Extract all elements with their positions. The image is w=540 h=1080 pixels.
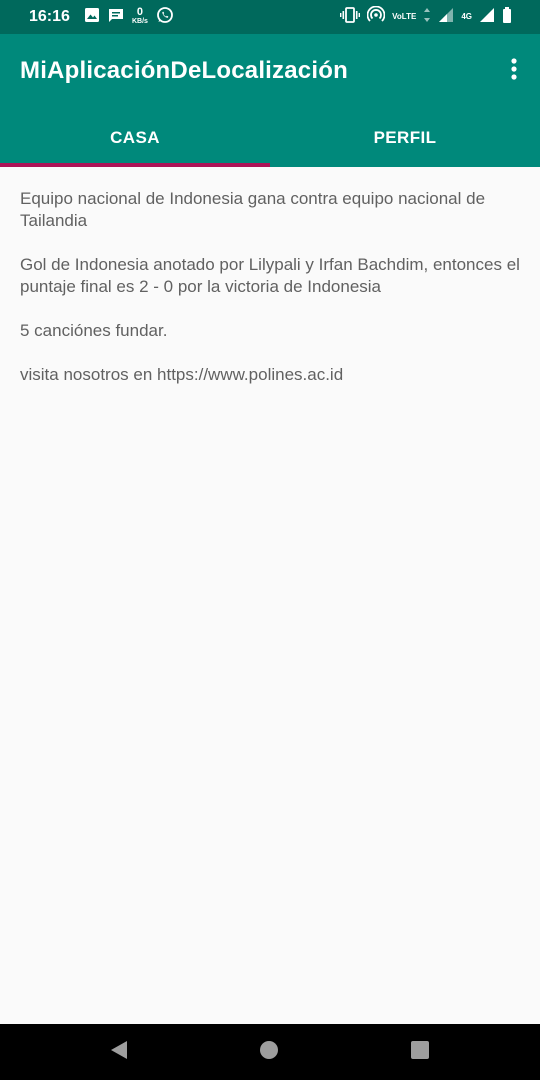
data-speed: 0 KB/s xyxy=(132,6,148,26)
app-title: MiAplicaciónDeLocalización xyxy=(20,57,348,84)
paragraph-match-result: Equipo nacional de Indonesia gana contra… xyxy=(20,189,486,230)
signal-icon-2 xyxy=(479,7,495,28)
signal-icon xyxy=(438,7,454,28)
hotspot-icon xyxy=(366,5,386,29)
data-speed-value: 0 xyxy=(136,6,144,18)
status-time: 16:16 xyxy=(29,8,70,25)
screen: 16:16 0 KB/s VoLTE 4G MiAplicaciónDeLoca… xyxy=(0,0,540,1080)
back-button[interactable] xyxy=(107,1040,131,1064)
paragraph-songs: 5 canciónes fundar. xyxy=(20,321,168,340)
tab-indicator xyxy=(0,163,270,167)
data-activity-icon xyxy=(423,7,431,28)
home-icon xyxy=(258,1039,280,1066)
overflow-menu-button[interactable] xyxy=(502,53,526,89)
vibrate-icon xyxy=(340,6,361,28)
back-icon xyxy=(109,1039,129,1066)
tab-perfil[interactable]: PERFIL xyxy=(270,108,540,167)
message-icon xyxy=(108,7,124,28)
home-button[interactable] xyxy=(257,1040,281,1064)
status-right-icons: VoLTE 4G xyxy=(340,5,512,29)
app-bar: MiAplicaciónDeLocalización xyxy=(0,34,540,108)
recents-icon xyxy=(410,1040,430,1065)
navigation-bar xyxy=(0,1024,540,1080)
status-bar: 16:16 0 KB/s VoLTE 4G xyxy=(0,0,540,34)
tab-perfil-label: PERFIL xyxy=(373,127,437,147)
tab-casa-label: CASA xyxy=(110,127,160,147)
paragraph-visit-link[interactable]: visita nosotros en https://www.polines.a… xyxy=(20,364,520,386)
tab-casa[interactable]: CASA xyxy=(0,108,270,167)
image-icon xyxy=(84,7,100,28)
paragraph-goal-scorers: Gol de Indonesia anotado por Lilypali y … xyxy=(20,255,520,296)
whatsapp-icon xyxy=(156,6,174,29)
tab-bar: CASA PERFIL xyxy=(0,108,540,167)
network-type: 4G xyxy=(461,12,472,21)
status-left-icons: 0 KB/s xyxy=(84,7,174,27)
recents-button[interactable] xyxy=(408,1040,432,1064)
volte-icon: VoLTE xyxy=(392,12,417,21)
data-speed-unit: KB/s xyxy=(132,18,148,25)
more-vert-icon xyxy=(510,57,518,86)
battery-icon xyxy=(502,6,512,28)
content-area: Equipo nacional de Indonesia gana contra… xyxy=(20,188,520,408)
